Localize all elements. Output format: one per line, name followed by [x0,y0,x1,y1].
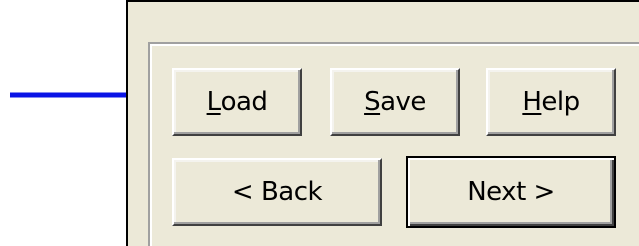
dialog-window: Load Save Help < Back Next > [126,0,639,246]
load-button[interactable]: Load [172,68,302,136]
back-button-label: < Back [231,177,323,207]
load-button-label: oad [220,87,268,117]
help-button-label: elp [541,87,580,117]
next-button[interactable]: Next > [406,156,616,228]
help-button-mnemonic: H [522,87,542,117]
save-button-label: ave [380,87,426,117]
save-button[interactable]: Save [330,68,460,136]
next-button-label: Next > [467,177,555,207]
help-button[interactable]: Help [486,68,616,136]
load-button-mnemonic: L [206,87,222,117]
back-button[interactable]: < Back [172,158,382,226]
save-button-mnemonic: S [364,87,381,117]
